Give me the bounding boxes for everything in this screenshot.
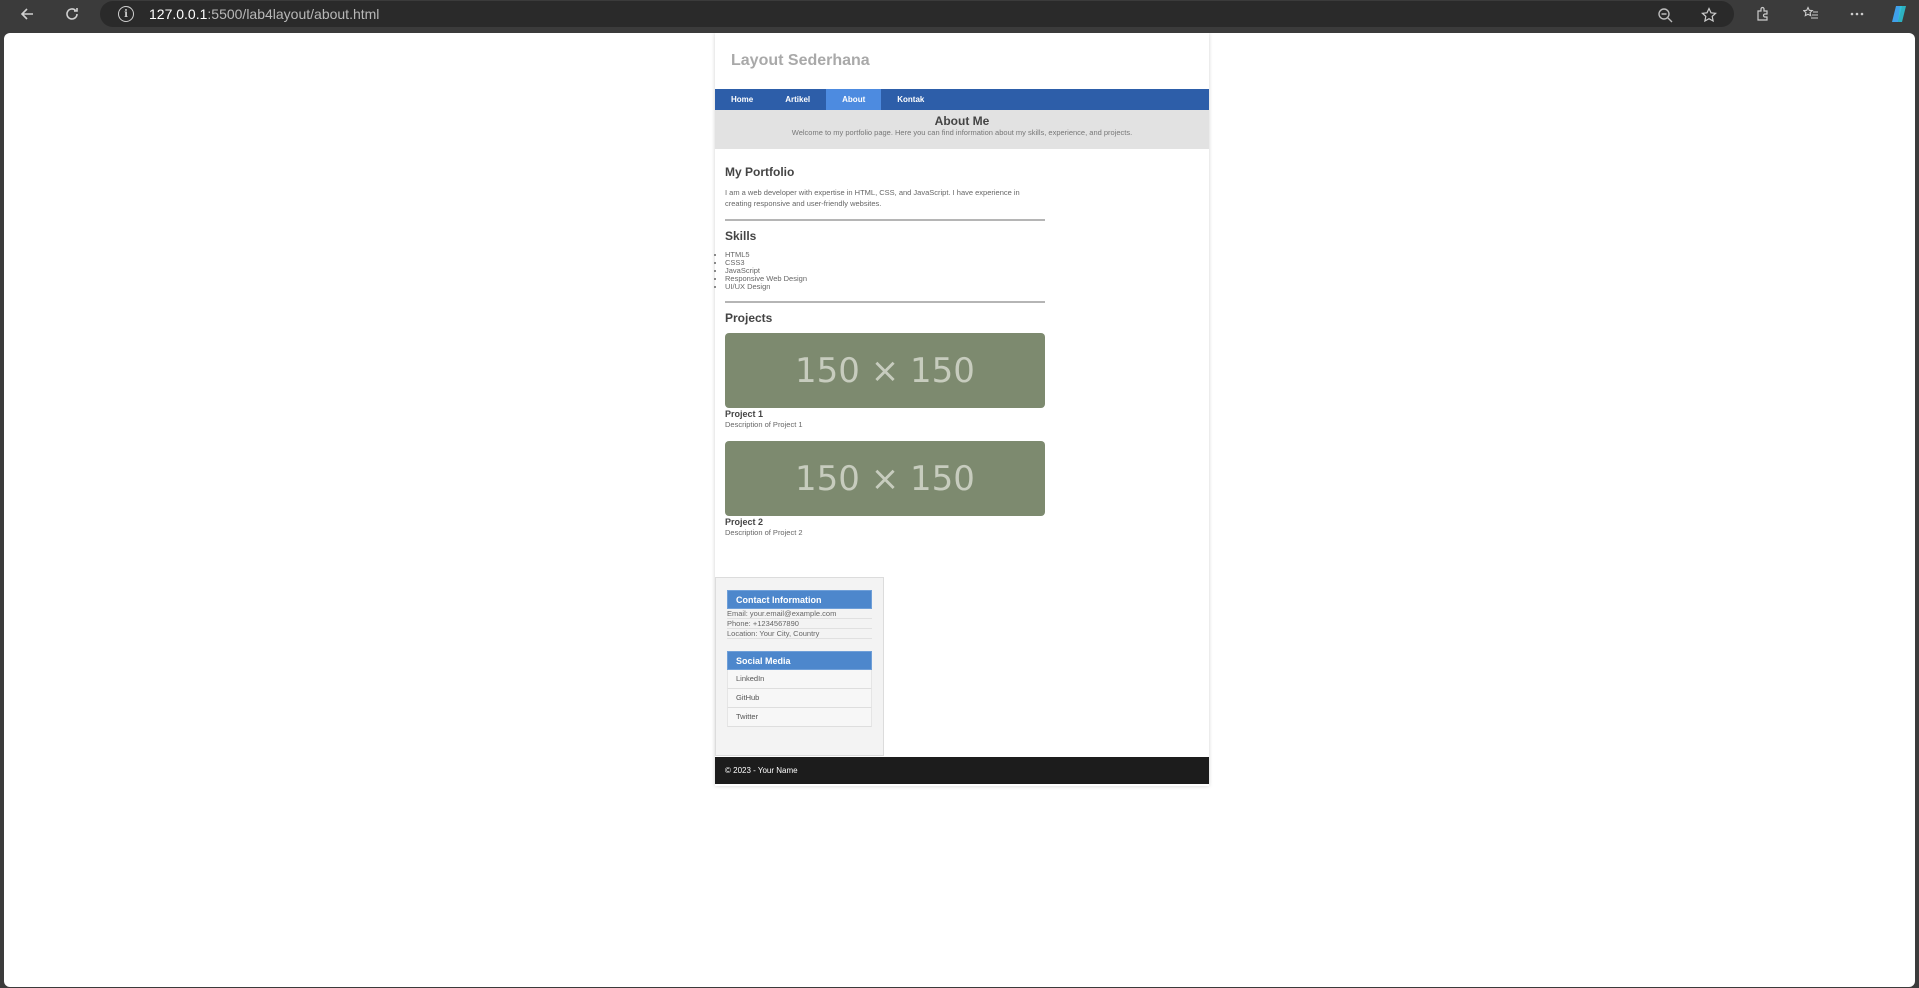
page-viewport: Layout Sederhana Home Artikel About Kont… [4, 33, 1915, 987]
banner-title: About Me [934, 114, 990, 128]
divider [725, 219, 1045, 221]
skill-item: CSS3 [725, 259, 1045, 267]
zoom-out-icon[interactable] [1654, 4, 1676, 26]
contact-location: Location: Your City, Country [727, 629, 872, 639]
project-1-description: Description of Project 1 [725, 420, 803, 429]
browser-toolbar: i 127.0.0.1:5500/lab4layout/about.html [0, 0, 1919, 28]
project-2-title: Project 2 [725, 517, 764, 527]
url-host: 127.0.0.1 [149, 6, 208, 22]
favorites-list-icon[interactable] [1800, 3, 1822, 25]
contact-email: Email: your.email@example.com [727, 609, 872, 619]
social-linkedin-link[interactable]: LinkedIn [727, 670, 872, 689]
social-github-link[interactable]: GitHub [727, 689, 872, 708]
back-arrow-icon[interactable] [16, 3, 38, 25]
skills-list: HTML5 CSS3 JavaScript Responsive Web Des… [725, 251, 1045, 291]
project-1-image: 150 × 150 [725, 333, 1045, 408]
nav-kontak[interactable]: Kontak [881, 89, 940, 110]
portfolio-heading: My Portfolio [725, 165, 795, 179]
banner-subtitle: Welcome to my portfolio page. Here you c… [791, 128, 1133, 137]
social-twitter-link[interactable]: Twitter [727, 708, 872, 727]
divider [725, 301, 1045, 303]
skill-item: HTML5 [725, 251, 1045, 259]
site-info-icon[interactable]: i [118, 6, 134, 22]
site-title: Layout Sederhana [731, 52, 870, 69]
main-content: My Portfolio I am a web developer with e… [715, 149, 1055, 538]
skill-item: UI/UX Design [725, 283, 1045, 291]
contact-list: Email: your.email@example.com Phone: +12… [727, 609, 872, 639]
skills-heading: Skills [725, 229, 757, 243]
copilot-icon[interactable] [1888, 3, 1910, 25]
project-1-title: Project 1 [725, 409, 764, 419]
extensions-icon[interactable] [1752, 3, 1774, 25]
reload-icon[interactable] [61, 3, 83, 25]
address-bar[interactable]: i 127.0.0.1:5500/lab4layout/about.html [100, 1, 1734, 27]
projects-heading: Projects [725, 311, 773, 325]
nav-about[interactable]: About [826, 89, 882, 110]
favorite-star-icon[interactable] [1698, 4, 1720, 26]
nav-artikel[interactable]: Artikel [769, 89, 826, 110]
more-menu-icon[interactable] [1846, 3, 1868, 25]
project-2-description: Description of Project 2 [725, 528, 803, 537]
page-banner: About Me Welcome to my portfolio page. H… [715, 110, 1209, 149]
page-container: Layout Sederhana Home Artikel About Kont… [715, 33, 1209, 786]
main-nav: Home Artikel About Kontak [715, 89, 1209, 110]
project-2-image: 150 × 150 [725, 441, 1045, 516]
portfolio-text: I am a web developer with expertise in H… [725, 188, 1020, 208]
url-text[interactable]: 127.0.0.1:5500/lab4layout/about.html [149, 6, 379, 22]
social-heading: Social Media [727, 651, 872, 670]
sidebar: Contact Information Email: your.email@ex… [715, 577, 884, 756]
skill-item: Responsive Web Design [725, 275, 1045, 283]
url-path: :5500/lab4layout/about.html [207, 6, 380, 22]
site-header: Layout Sederhana [715, 33, 1209, 89]
nav-home[interactable]: Home [715, 89, 769, 110]
contact-heading: Contact Information [727, 590, 872, 609]
site-footer: © 2023 - Your Name [715, 757, 1209, 784]
contact-phone: Phone: +1234567890 [727, 619, 872, 629]
social-list: LinkedIn GitHub Twitter [727, 670, 872, 727]
